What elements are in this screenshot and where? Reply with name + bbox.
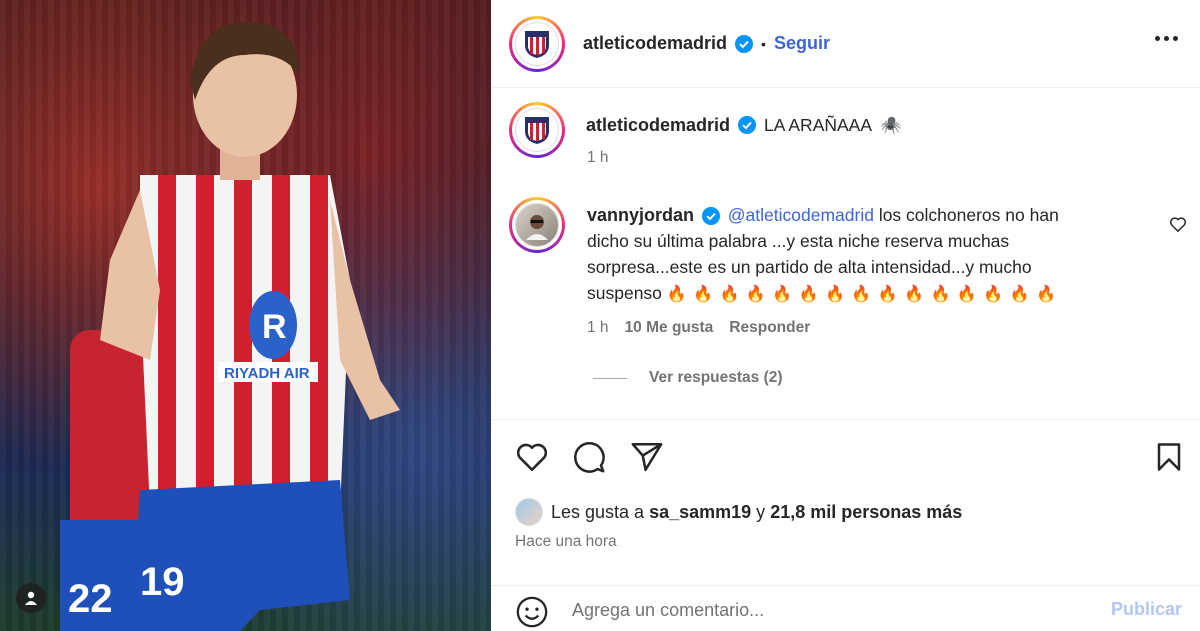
header-separator: • bbox=[761, 35, 766, 52]
comment-time: 1 h bbox=[587, 319, 609, 336]
reply-button[interactable]: Responder bbox=[729, 319, 810, 337]
header-username[interactable]: atleticodemadrid bbox=[583, 33, 727, 54]
comment-mention[interactable]: @atleticodemadrid bbox=[728, 205, 874, 225]
likes-prefix: Les gusta a bbox=[551, 501, 650, 522]
comment-heart-icon[interactable] bbox=[1169, 216, 1187, 233]
follow-button[interactable]: Seguir bbox=[774, 33, 830, 54]
comment-text-line1: los colchoneros no han bbox=[873, 205, 1059, 225]
post-timestamp: Hace una hora bbox=[515, 533, 617, 550]
post-image[interactable]: 22 R RIYADH AIR 19 bbox=[0, 0, 491, 631]
club-crest-icon bbox=[525, 31, 549, 58]
verified-badge-icon bbox=[701, 207, 720, 226]
comment-body: vannyjordan @atleticodemadrid los colcho… bbox=[587, 202, 1127, 308]
emoji-icon[interactable] bbox=[515, 595, 549, 629]
svg-text:22: 22 bbox=[68, 577, 113, 621]
likes-summary: Les gusta a sa_samm19 y 21,8 mil persona… bbox=[515, 498, 962, 526]
caption-time: 1 h bbox=[587, 149, 609, 166]
fire-emojis: 🔥 🔥 🔥 🔥 🔥 🔥 🔥 🔥 🔥 🔥 🔥 🔥 🔥 🔥 🔥 bbox=[666, 286, 1057, 303]
svg-text:R: R bbox=[262, 308, 287, 346]
bookmark-icon[interactable] bbox=[1156, 442, 1182, 472]
caption-username[interactable]: atleticodemadrid bbox=[586, 112, 730, 138]
comment-username[interactable]: vannyjordan bbox=[587, 205, 694, 225]
spider-emoji: 🕷️ bbox=[880, 115, 902, 135]
account-avatar[interactable] bbox=[509, 16, 565, 72]
likes-count[interactable]: 21,8 mil personas más bbox=[770, 502, 962, 522]
user-tag-icon[interactable] bbox=[16, 583, 46, 613]
post-panel: atleticodemadrid • Seguir atleticodemadr… bbox=[491, 0, 1200, 631]
add-comment-bar: Agrega un comentario... Publicar bbox=[491, 585, 1200, 631]
more-options-icon[interactable] bbox=[1155, 36, 1178, 41]
publish-button[interactable]: Publicar bbox=[1111, 599, 1182, 620]
svg-text:19: 19 bbox=[140, 560, 185, 604]
user-photo-icon bbox=[526, 215, 548, 240]
comment-likes[interactable]: 10 Me gusta bbox=[625, 319, 714, 337]
verified-badge-icon bbox=[735, 34, 754, 53]
comment-text-line3: sorpresa...este es un partido de alta in… bbox=[587, 257, 1032, 277]
club-crest-icon bbox=[525, 117, 549, 144]
view-replies[interactable]: Ver respuestas (2) bbox=[593, 369, 783, 387]
comment-icon[interactable] bbox=[572, 440, 606, 474]
svg-text:RIYADH AIR: RIYADH AIR bbox=[224, 365, 310, 382]
comment-input[interactable]: Agrega un comentario... bbox=[572, 600, 764, 621]
post-header: atleticodemadrid • Seguir bbox=[491, 0, 1200, 88]
comment-text-line4: suspenso bbox=[587, 283, 662, 303]
heart-icon[interactable] bbox=[515, 441, 549, 473]
caption-text: LA ARAÑAAA bbox=[764, 115, 873, 135]
verified-badge-icon bbox=[738, 116, 757, 134]
commenter-avatar[interactable] bbox=[509, 197, 565, 253]
player-illustration: 22 R RIYADH AIR 19 bbox=[60, 21, 400, 631]
likes-middle: y bbox=[751, 501, 771, 522]
comment-meta: 1 h 10 Me gusta Responder bbox=[587, 319, 810, 337]
liker-avatar[interactable] bbox=[515, 498, 543, 526]
replies-divider bbox=[593, 377, 627, 379]
caption-avatar[interactable] bbox=[509, 102, 565, 158]
comment-text-line2: dicho su última palabra ...y esta niche … bbox=[587, 231, 1010, 251]
post-actions: Les gusta a sa_samm19 y 21,8 mil persona… bbox=[491, 419, 1200, 631]
view-replies-label[interactable]: Ver respuestas (2) bbox=[649, 369, 783, 387]
liker-username[interactable]: sa_samm19 bbox=[649, 502, 751, 522]
share-icon[interactable] bbox=[630, 441, 664, 473]
